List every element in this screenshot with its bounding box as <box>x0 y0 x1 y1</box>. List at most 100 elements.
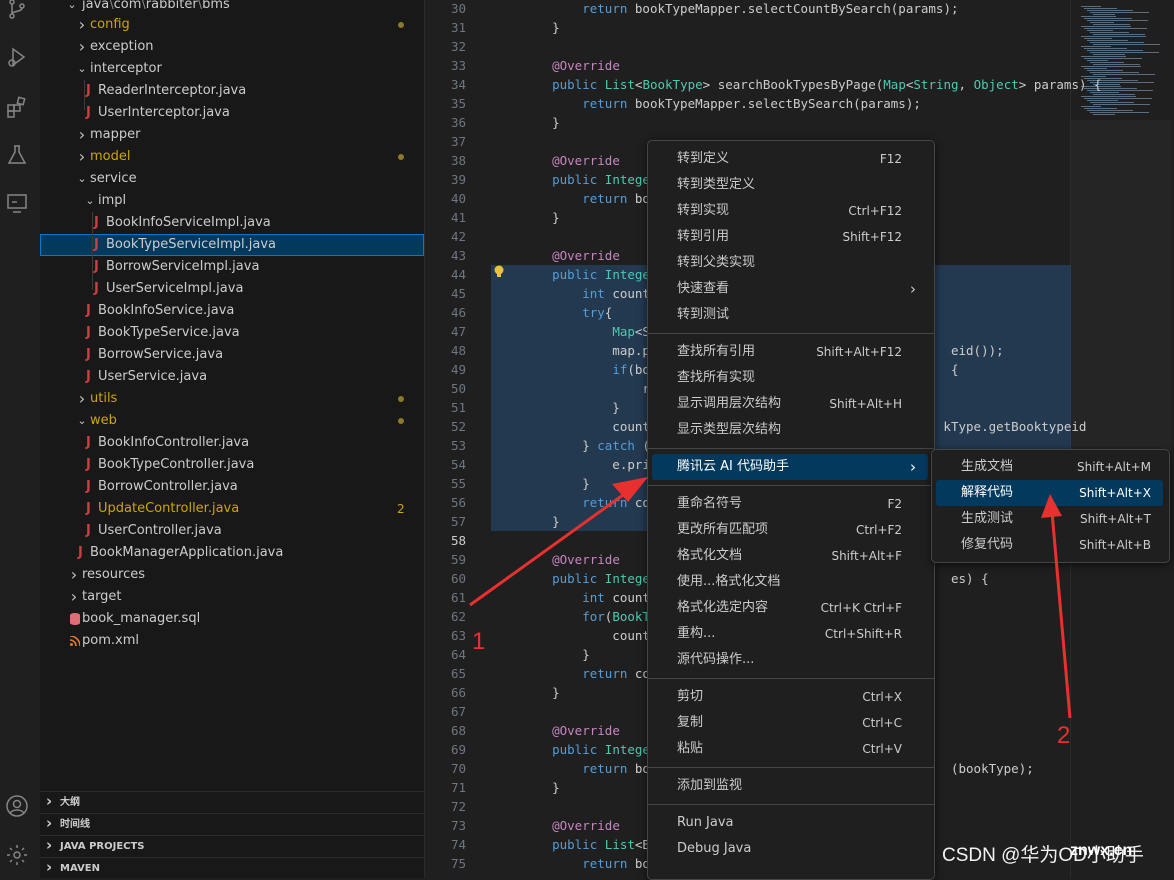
code-line: @Override <box>552 552 620 567</box>
menu-item[interactable]: 重构... Ctrl+Shift+R <box>652 621 928 647</box>
panel-timeline[interactable]: › 时间线 <box>40 813 424 835</box>
source-control-icon[interactable] <box>4 0 30 22</box>
extensions-icon[interactable] <box>4 94 30 120</box>
line-number: 43 <box>450 248 466 263</box>
menu-item[interactable]: 重命名符号 F2 <box>652 491 928 517</box>
file-bookmanagerapplication-java[interactable]: J BookManagerApplication.java <box>40 542 424 564</box>
folder-utils[interactable]: › utils <box>40 388 424 410</box>
code-line: } <box>522 647 590 662</box>
remote-explorer-icon[interactable] <box>4 190 30 216</box>
folder-config[interactable]: › config <box>40 14 424 36</box>
menu-item-shortcut: Shift+Alt+F <box>831 549 902 563</box>
menu-item[interactable]: 复制 Ctrl+C <box>652 710 928 736</box>
file-borrowserviceimpl-java[interactable]: J BorrowServiceImpl.java <box>40 256 424 278</box>
panel-maven[interactable]: › MAVEN <box>40 857 424 878</box>
java-file-icon: J <box>86 501 91 516</box>
file-userinterceptor-java[interactable]: J UserInterceptor.java <box>40 102 424 124</box>
modified-dot-icon <box>398 418 404 424</box>
account-icon[interactable] <box>4 793 30 819</box>
java-file-icon: J <box>86 479 91 494</box>
menu-item[interactable]: 更改所有匹配项 Ctrl+F2 <box>652 517 928 543</box>
menu-item[interactable]: 转到定义 F12 <box>652 146 928 172</box>
folder-interceptor[interactable]: ⌄ interceptor <box>40 58 424 80</box>
minimap-line <box>1084 68 1107 69</box>
menu-item[interactable]: 显示调用层次结构 Shift+Alt+H <box>652 391 928 417</box>
chevron-right-icon: › <box>46 858 53 876</box>
file-bookinfoserviceimpl-java[interactable]: J BookInfoServiceImpl.java <box>40 212 424 234</box>
menu-item-shortcut: Ctrl+X <box>862 690 902 704</box>
settings-gear-icon[interactable] <box>4 842 30 868</box>
line-number: 31 <box>450 20 466 35</box>
submenu-item[interactable]: 解释代码 Shift+Alt+X <box>936 480 1163 506</box>
chevron-right-icon: › <box>46 814 53 832</box>
minimap-line <box>1087 40 1128 41</box>
menu-item[interactable]: Debug Java <box>652 836 928 862</box>
chevron-right-icon: › <box>78 125 86 144</box>
minimap-line <box>1093 94 1135 95</box>
file-booktypecontroller-java[interactable]: J BookTypeController.java <box>40 454 424 476</box>
menu-item[interactable]: 转到测试 <box>652 302 928 328</box>
menu-item[interactable]: 转到引用 Shift+F12 <box>652 224 928 250</box>
file-pom-xml[interactable]: pom.xml <box>40 630 424 652</box>
menu-item-shortcut: Ctrl+F12 <box>848 204 902 218</box>
menu-item[interactable]: 转到类型定义 <box>652 172 928 198</box>
minimap-line <box>1081 46 1111 47</box>
folder-model[interactable]: › model <box>40 146 424 168</box>
menu-item[interactable]: 转到实现 Ctrl+F12 <box>652 198 928 224</box>
menu-item[interactable]: 查找所有引用 Shift+Alt+F12 <box>652 339 928 365</box>
modified-dot-icon <box>398 396 404 402</box>
panel-java-projects[interactable]: › JAVA PROJECTS <box>40 835 424 857</box>
menu-item[interactable]: 剪切 Ctrl+X <box>652 684 928 710</box>
menu-item[interactable]: 使用...格式化文档 <box>652 569 928 595</box>
file-userservice-java[interactable]: J UserService.java <box>40 366 424 388</box>
menu-item[interactable]: 快速查看 › <box>652 276 928 302</box>
file-usercontroller-java[interactable]: J UserController.java <box>40 520 424 542</box>
file-readerinterceptor-java[interactable]: J ReaderInterceptor.java <box>40 80 424 102</box>
minimap-line <box>1081 96 1136 97</box>
submenu-item[interactable]: 修复代码 Shift+Alt+B <box>936 532 1163 558</box>
menu-item[interactable]: 腾讯云 AI 代码助手 › <box>652 454 928 480</box>
file-borrowservice-java[interactable]: J BorrowService.java <box>40 344 424 366</box>
file-userserviceimpl-java[interactable]: J UserServiceImpl.java <box>40 278 424 300</box>
folder-exception[interactable]: › exception <box>40 36 424 58</box>
minimap-line <box>1081 6 1101 7</box>
file-bookinfoservice-java[interactable]: J BookInfoService.java <box>40 300 424 322</box>
menu-item[interactable]: 粘贴 Ctrl+V <box>652 736 928 762</box>
file-booktypeservice-java[interactable]: J BookTypeService.java <box>40 322 424 344</box>
menu-item[interactable]: 源代码操作... <box>652 647 928 673</box>
file-updatecontroller-java[interactable]: J UpdateController.java 2 <box>40 498 424 520</box>
panel-outline[interactable]: › 大纲 <box>40 791 424 813</box>
chevron-right-icon: › <box>78 15 86 34</box>
minimap-line <box>1090 112 1149 113</box>
menu-item[interactable]: 格式化选定内容 Ctrl+K Ctrl+F <box>652 595 928 621</box>
folder-web[interactable]: ⌄ web <box>40 410 424 432</box>
file-book-manager-sql[interactable]: book_manager.sql <box>40 608 424 630</box>
minimap[interactable] <box>1070 0 1171 878</box>
file-borrowcontroller-java[interactable]: J BorrowController.java <box>40 476 424 498</box>
minimap-viewport[interactable] <box>1071 120 1171 450</box>
line-number: 42 <box>450 229 466 244</box>
line-number: 75 <box>450 856 466 871</box>
minimap-line <box>1084 58 1142 59</box>
tree-item-label: exception <box>90 39 154 54</box>
menu-item[interactable]: 显示类型层次结构 <box>652 417 928 443</box>
run-debug-icon[interactable] <box>4 44 30 70</box>
code-line: @Override <box>552 723 620 738</box>
file-booktypeserviceimpl-java[interactable]: J BookTypeServiceImpl.java <box>40 234 424 256</box>
folder-service[interactable]: ⌄ service <box>40 168 424 190</box>
file-bookinfocontroller-java[interactable]: J BookInfoController.java <box>40 432 424 454</box>
folder-mapper[interactable]: › mapper <box>40 124 424 146</box>
submenu-item[interactable]: 生成测试 Shift+Alt+T <box>936 506 1163 532</box>
folder-impl[interactable]: ⌄ impl <box>40 190 424 212</box>
menu-item[interactable]: 格式化文档 Shift+Alt+F <box>652 543 928 569</box>
menu-item[interactable]: 转到父类实现 <box>652 250 928 276</box>
lightbulb-icon[interactable] <box>493 264 505 278</box>
testing-icon[interactable] <box>4 142 30 168</box>
menu-item[interactable]: Run Java <box>652 810 928 836</box>
folder-resources[interactable]: › resources <box>40 564 424 586</box>
menu-item[interactable]: 查找所有实现 <box>652 365 928 391</box>
menu-item-label: 快速查看 <box>677 281 730 296</box>
submenu-item[interactable]: 生成文档 Shift+Alt+M <box>936 454 1163 480</box>
menu-item[interactable]: 添加到监视 <box>652 773 928 799</box>
folder-target[interactable]: › target <box>40 586 424 608</box>
